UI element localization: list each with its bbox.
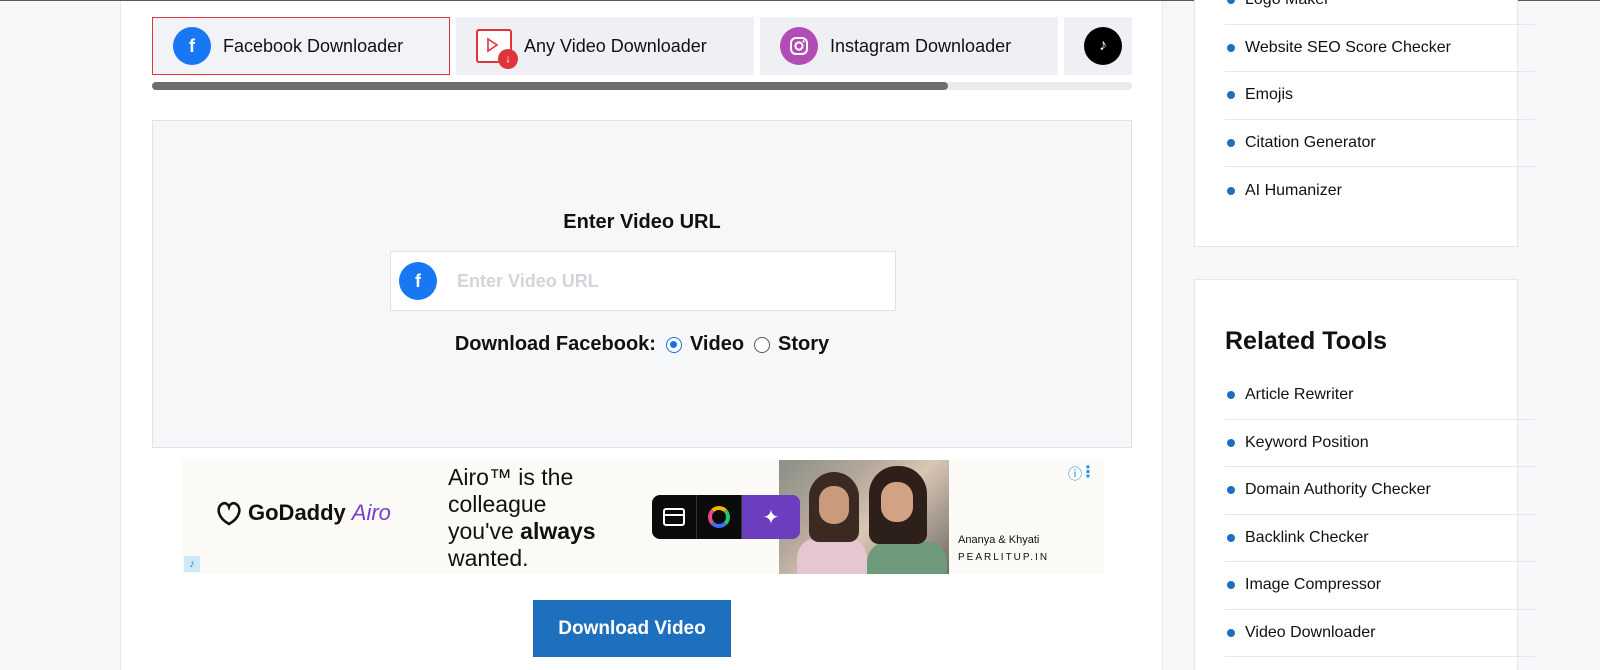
form-title: Enter Video URL — [563, 211, 721, 233]
tab-label: Instagram Downloader — [830, 35, 1012, 56]
ad-headline: Airo™ is the colleague you've always wan… — [448, 464, 596, 571]
related-tools-title: Related Tools — [1225, 327, 1388, 355]
ad-brand-logo: GoDaddy Airo — [214, 500, 391, 526]
ad-photo — [779, 460, 949, 574]
main-column: f Facebook Downloader ↓ Any Video Downlo… — [120, 1, 1163, 670]
ad-more-options-icon[interactable]: ⋮ — [1080, 462, 1096, 482]
downloader-tabs: f Facebook Downloader ↓ Any Video Downlo… — [152, 16, 1132, 76]
sidebar-item-citation-generator[interactable]: Citation Generator — [1225, 120, 1535, 167]
url-form-panel: Enter Video URL f Download Facebook: Vid… — [152, 120, 1132, 448]
tab-label: Any Video Downloader — [524, 35, 707, 56]
sidebar-item-emojis[interactable]: Emojis — [1225, 72, 1535, 120]
radio-video[interactable] — [665, 336, 682, 353]
sidebar-tools-card: Logo Maker Website SEO Score Checker Emo… — [1194, 0, 1535, 247]
sidebar-item-keyword-position[interactable]: Keyword Position — [1225, 420, 1535, 467]
sidebar-tools-list: Logo Maker Website SEO Score Checker Emo… — [1225, 0, 1535, 215]
tiktok-icon: ♪ — [1084, 27, 1122, 65]
sidebar-item-article-rewriter[interactable]: Article Rewriter — [1225, 372, 1535, 420]
tabs-scrollbar[interactable] — [152, 82, 1132, 90]
radio-story[interactable] — [754, 336, 771, 353]
color-ring-icon — [708, 506, 730, 528]
related-tools-list: Article Rewriter Keyword Position Domain… — [1225, 372, 1535, 657]
sidebar-item-domain-authority-checker[interactable]: Domain Authority Checker — [1225, 467, 1535, 515]
tab-facebook-downloader[interactable]: f Facebook Downloader — [152, 17, 450, 75]
video-url-input[interactable] — [457, 270, 877, 292]
facebook-icon: f — [173, 27, 211, 65]
sidebar-item-website-seo-score-checker[interactable]: Website SEO Score Checker — [1225, 25, 1535, 72]
radio-video-label[interactable]: Video — [690, 333, 744, 356]
browser-window-icon — [663, 508, 685, 526]
sidebar-item-backlink-checker[interactable]: Backlink Checker — [1225, 515, 1535, 562]
download-video-button[interactable]: Download Video — [533, 600, 731, 657]
tab-tiktok-downloader[interactable]: ♪ T — [1064, 17, 1132, 75]
facebook-icon: f — [399, 262, 437, 300]
url-input-box[interactable]: f — [390, 251, 896, 311]
sidebar-item-logo-maker[interactable]: Logo Maker — [1225, 0, 1535, 25]
video-download-icon: ↓ — [476, 29, 518, 69]
ad-choices-icon[interactable]: ♪ — [184, 556, 200, 572]
tab-instagram-downloader[interactable]: Instagram Downloader — [760, 17, 1058, 75]
instagram-icon — [780, 27, 818, 65]
radio-story-label[interactable]: Story — [778, 333, 829, 356]
ad-app-toolbar: ✦ — [652, 495, 800, 539]
advertisement-banner[interactable]: GoDaddy Airo Airo™ is the colleague you'… — [182, 460, 1104, 574]
download-type-label: Download Facebook: — [454, 333, 656, 355]
ad-photo-credit: Ananya & Khyati PEARLITUP.IN — [958, 534, 1050, 563]
magic-wand-icon: ✦ — [742, 495, 800, 539]
godaddy-logo-icon — [217, 501, 241, 526]
download-type-selector: Download Facebook: Video Story — [153, 333, 1131, 356]
sidebar-item-video-downloader[interactable]: Video Downloader — [1225, 610, 1535, 657]
tab-label: Facebook Downloader — [223, 35, 404, 56]
tab-any-video-downloader[interactable]: ↓ Any Video Downloader — [456, 17, 754, 75]
tabs-scrollbar-thumb[interactable] — [152, 82, 948, 90]
related-tools-card: Related Tools Article Rewriter Keyword P… — [1194, 279, 1535, 670]
sidebar-item-ai-humanizer[interactable]: AI Humanizer — [1225, 167, 1535, 215]
sidebar-item-image-compressor[interactable]: Image Compressor — [1225, 562, 1535, 610]
